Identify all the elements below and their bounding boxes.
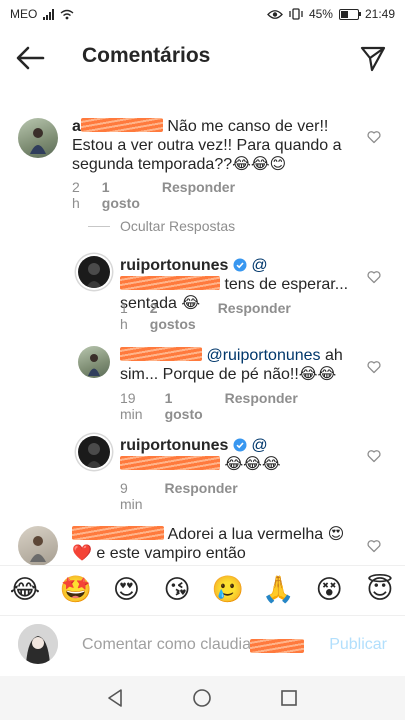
verified-badge-icon [233, 438, 247, 452]
reply-meta: 1 h 2 gostos Responder [120, 300, 291, 332]
redacted-username [120, 347, 202, 361]
emoji-button[interactable]: 😇 [363, 573, 397, 607]
comment-username[interactable]: a [72, 118, 81, 135]
wifi-icon [60, 9, 74, 19]
nav-recents-icon[interactable] [278, 687, 300, 709]
paper-plane-icon[interactable] [359, 44, 387, 72]
reply-meta: 19 min 1 gosto Responder [120, 390, 298, 422]
carrier-label: MEO [10, 7, 38, 21]
mention-link[interactable]: @ruiportonunes [206, 347, 320, 364]
avatar[interactable] [78, 436, 110, 468]
clock: 21:49 [364, 7, 395, 21]
header: Comentários [0, 28, 405, 88]
verified-badge-icon [233, 258, 247, 272]
battery-percent: 45% [308, 7, 333, 21]
redacted-username [120, 456, 220, 470]
reply-username[interactable]: ruiportonunes [120, 437, 228, 454]
arrow-left-icon[interactable] [14, 44, 46, 72]
comment-time: 2 h [72, 179, 80, 211]
redacted-username [80, 118, 163, 132]
heart-outline-icon[interactable] [367, 360, 381, 374]
vibrate-icon [289, 8, 303, 20]
heart-outline-icon[interactable] [367, 539, 381, 553]
comment-composer: Publicar [0, 615, 405, 676]
reply-button[interactable]: Responder [165, 480, 238, 512]
emoji-button[interactable]: 😘 [160, 573, 194, 607]
status-bar: MEO 45% 21:49 [0, 0, 405, 28]
heart-outline-icon[interactable] [367, 270, 381, 284]
redacted-username [72, 526, 164, 540]
reply-button[interactable]: Responder [162, 179, 235, 211]
signal-icon [43, 8, 55, 20]
emoji-quick-bar: 😂 🤩 😍 😘 🥲 🙏 😵 😇 [0, 565, 405, 613]
reply-username[interactable]: ruiportonunes [120, 257, 228, 274]
reply-time: 19 min [120, 390, 143, 422]
mention-link[interactable]: @ [251, 437, 267, 454]
avatar[interactable] [18, 118, 58, 158]
publish-button[interactable]: Publicar [329, 636, 387, 654]
emoji-button[interactable]: 😂 [8, 573, 42, 607]
eye-icon [267, 9, 283, 19]
likes-count[interactable]: 2 gostos [150, 300, 196, 332]
reply-meta: 9 min Responder [120, 480, 238, 512]
hide-replies-label: Ocultar Respostas [120, 218, 236, 234]
heart-outline-icon[interactable] [367, 130, 381, 144]
emoji-button[interactable]: 🙏 [262, 573, 296, 607]
divider [88, 225, 110, 227]
redacted-username [250, 639, 304, 653]
current-user-avatar [18, 624, 58, 664]
emoji-button[interactable]: 🥲 [211, 573, 245, 607]
reply-time: 9 min [120, 480, 143, 512]
nav-back-icon[interactable] [104, 687, 126, 709]
avatar[interactable] [18, 526, 58, 566]
likes-count[interactable]: 1 gosto [165, 390, 203, 422]
hide-replies-toggle[interactable]: Ocultar Respostas [88, 218, 235, 234]
heart-outline-icon[interactable] [367, 449, 381, 463]
avatar[interactable] [78, 346, 110, 378]
avatar[interactable] [78, 256, 110, 288]
battery-icon [338, 8, 361, 20]
reply-time: 1 h [120, 300, 128, 332]
page-title: Comentários [82, 44, 211, 67]
system-nav-bar [0, 676, 405, 720]
redacted-username [120, 276, 220, 290]
nav-home-icon[interactable] [191, 687, 213, 709]
reply-button[interactable]: Responder [225, 390, 298, 422]
comment-meta: 2 h 1 gosto Responder [72, 179, 235, 211]
reply-text: 😂😂😂 [224, 456, 281, 473]
likes-count[interactable]: 1 gosto [102, 179, 140, 211]
reply-button[interactable]: Responder [218, 300, 291, 332]
emoji-button[interactable]: 😵 [312, 573, 346, 607]
mention-link[interactable]: @ [251, 257, 267, 274]
emoji-button[interactable]: 🤩 [59, 573, 93, 607]
emoji-button[interactable]: 😍 [109, 573, 143, 607]
